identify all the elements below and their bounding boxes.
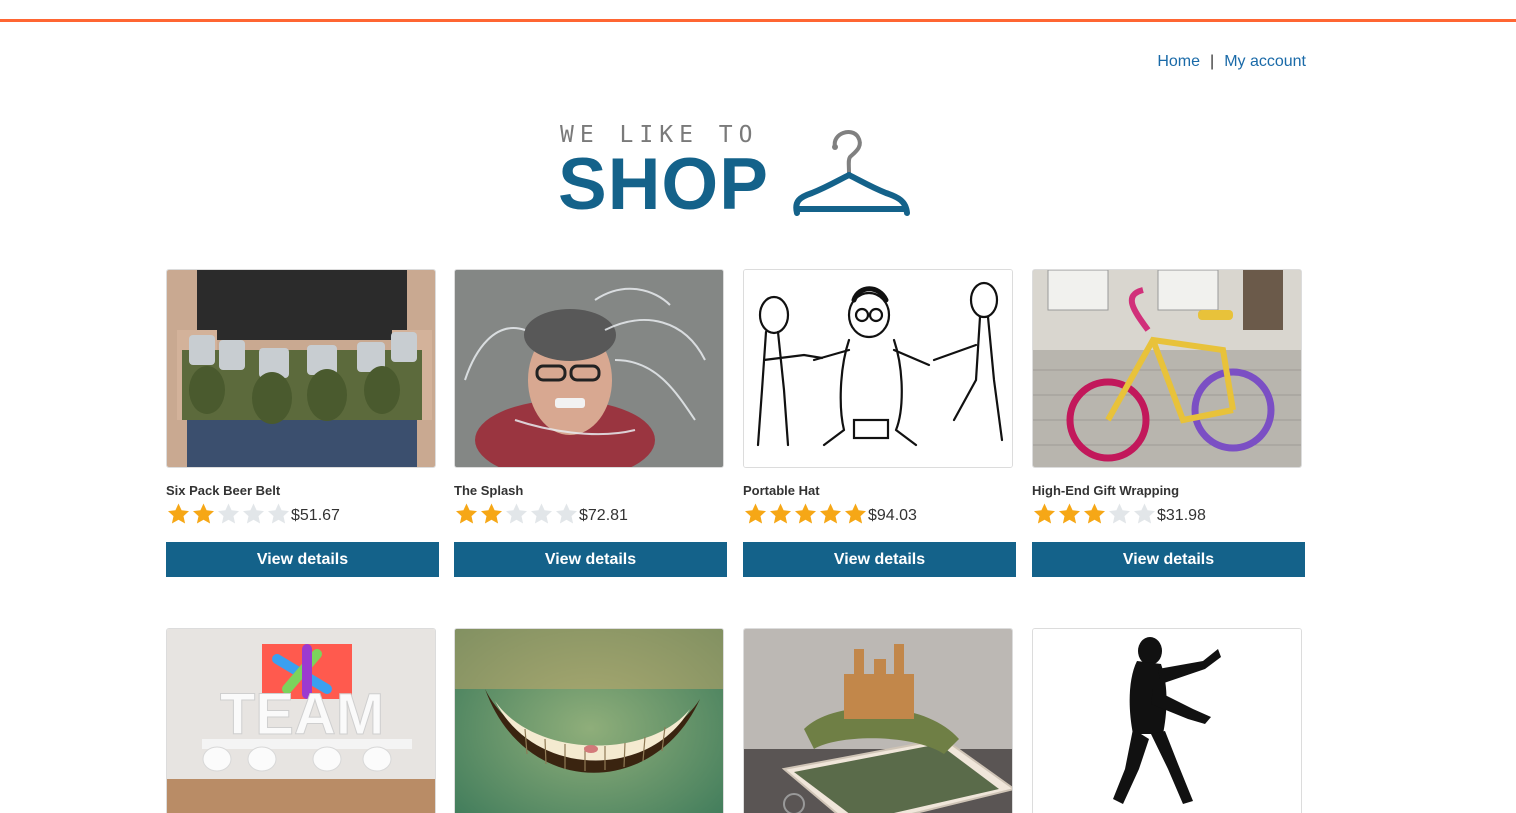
star-filled-icon <box>1059 503 1080 524</box>
star-filled-icon <box>770 503 791 524</box>
product-image-smile[interactable] <box>454 628 724 813</box>
star-empty-icon <box>1134 503 1155 524</box>
hanger-icon <box>793 130 910 216</box>
star-filled-icon <box>845 503 866 524</box>
product-price: $94.03 <box>868 507 917 524</box>
product-price: $72.81 <box>579 507 628 524</box>
product-image-gift-wrapping[interactable] <box>1032 269 1302 468</box>
star-filled-icon <box>168 503 189 524</box>
product-price: $31.98 <box>1157 507 1206 524</box>
view-details-button[interactable]: View details <box>1032 542 1305 577</box>
product-price: $51.67 <box>291 507 340 524</box>
star-empty-icon <box>1109 503 1130 524</box>
product-image-team[interactable]: TEAM <box>166 628 436 813</box>
product-image-beer-belt[interactable] <box>166 269 436 468</box>
logo-wordmark: SHOP <box>558 144 769 225</box>
star-empty-icon <box>268 503 289 524</box>
star-rating <box>454 502 579 526</box>
image-caption: TEAM <box>220 682 384 747</box>
star-filled-icon <box>456 503 477 524</box>
product-card: Portable Hat $94.03 View details <box>743 269 1017 577</box>
star-filled-icon <box>820 503 841 524</box>
star-empty-icon <box>218 503 239 524</box>
product-image-portable-hat[interactable] <box>743 269 1013 468</box>
product-card: Six Pack Beer Belt $51.67 View details <box>166 269 440 577</box>
nav-separator: | <box>1210 53 1215 70</box>
star-empty-icon <box>243 503 264 524</box>
star-filled-icon <box>193 503 214 524</box>
product-name: High-End Gift Wrapping <box>1032 483 1180 498</box>
star-filled-icon <box>1034 503 1055 524</box>
product-name: Six Pack Beer Belt <box>166 483 281 498</box>
product-image-zombie[interactable] <box>1032 628 1302 813</box>
home-link[interactable]: Home <box>1157 53 1200 71</box>
top-accent-bar <box>0 19 1516 22</box>
star-empty-icon <box>506 503 527 524</box>
product-card: TEAM <box>166 628 440 813</box>
product-card: The Splash $72.81 View details <box>454 269 728 577</box>
product-rating: $31.98 <box>1032 501 1306 527</box>
star-empty-icon <box>531 503 552 524</box>
product-image-splash[interactable] <box>454 269 724 468</box>
product-card <box>1032 628 1306 813</box>
view-details-button[interactable]: View details <box>743 542 1016 577</box>
product-name: Portable Hat <box>743 483 820 498</box>
product-rating: $72.81 <box>454 501 728 527</box>
star-rating <box>743 502 868 526</box>
product-card <box>743 628 1017 813</box>
view-details-button[interactable]: View details <box>166 542 439 577</box>
star-rating <box>166 502 291 526</box>
star-rating <box>1032 502 1157 526</box>
view-details-button[interactable]: View details <box>454 542 727 577</box>
top-nav: Home | My account <box>1157 53 1306 71</box>
product-name: The Splash <box>454 483 524 498</box>
site-logo[interactable]: WE LIKE TO SHOP <box>558 120 918 225</box>
star-empty-icon <box>556 503 577 524</box>
product-image-phone-castle[interactable] <box>743 628 1013 813</box>
star-filled-icon <box>795 503 816 524</box>
my-account-link[interactable]: My account <box>1224 53 1306 71</box>
star-filled-icon <box>745 503 766 524</box>
star-filled-icon <box>1084 503 1105 524</box>
product-rating: $51.67 <box>166 501 440 527</box>
product-rating: $94.03 <box>743 501 1017 527</box>
product-card: High-End Gift Wrapping $31.98 View detai… <box>1032 269 1306 577</box>
star-filled-icon <box>481 503 502 524</box>
product-card <box>454 628 728 813</box>
